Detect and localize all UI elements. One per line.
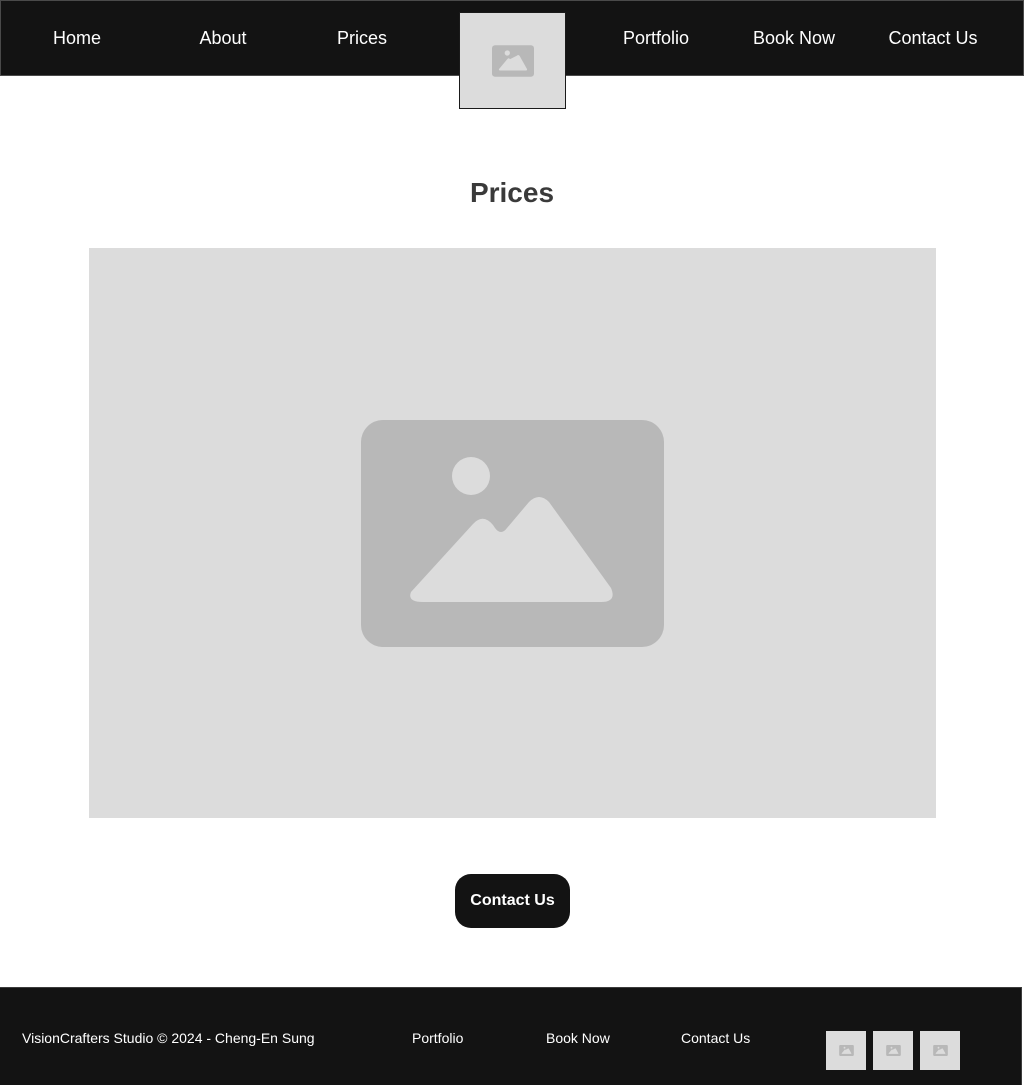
footer-link-contact-us[interactable]: Contact Us: [681, 1030, 750, 1046]
image-placeholder-icon: [932, 1045, 948, 1056]
image-placeholder-icon: [361, 419, 664, 647]
social-link-1[interactable]: [826, 1031, 866, 1070]
nav-link-portfolio[interactable]: Portfolio: [623, 27, 689, 49]
contact-us-button[interactable]: Contact Us: [455, 874, 570, 928]
footer-link-book-now[interactable]: Book Now: [546, 1030, 610, 1046]
hero-image: [89, 248, 936, 818]
nav-link-home[interactable]: Home: [53, 27, 101, 49]
footer-copyright: VisionCrafters Studio © 2024 - Cheng-En …: [22, 1030, 315, 1046]
footer: VisionCrafters Studio © 2024 - Cheng-En …: [0, 987, 1022, 1085]
nav-link-book-now[interactable]: Book Now: [753, 27, 835, 49]
nav-link-about[interactable]: About: [199, 27, 246, 49]
page-title: Prices: [469, 177, 555, 208]
footer-link-portfolio[interactable]: Portfolio: [412, 1030, 463, 1046]
social-link-3[interactable]: [920, 1031, 960, 1070]
image-placeholder-icon: [491, 44, 534, 77]
social-link-2[interactable]: [873, 1031, 913, 1070]
image-placeholder-icon: [885, 1045, 901, 1056]
nav-link-prices[interactable]: Prices: [337, 27, 387, 49]
nav-link-contact-us[interactable]: Contact Us: [888, 27, 977, 49]
image-placeholder-icon: [838, 1045, 854, 1056]
site-logo[interactable]: [459, 12, 566, 109]
